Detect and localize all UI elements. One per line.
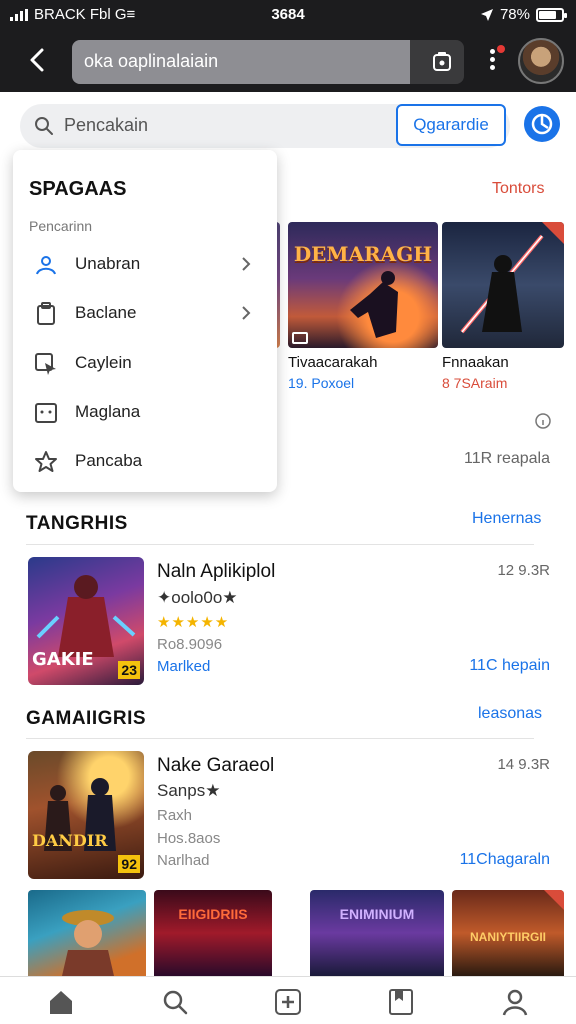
app-action-link[interactable]: 11C hepain: [420, 657, 550, 675]
dropdown-subtitle: Pencarinn: [29, 218, 93, 234]
warrior-figure: [350, 271, 398, 338]
user-share-icon: [36, 256, 56, 275]
app-icon-badge: GAKIE: [32, 649, 94, 670]
section-title: TANGRHIS: [26, 513, 128, 534]
home-icon[interactable]: [46, 987, 76, 1017]
rating-stars: ★★★★★: [157, 614, 230, 631]
back-arrow-icon[interactable]: [22, 44, 54, 76]
profile-icon[interactable]: [500, 987, 530, 1017]
menu-item-label: Unabran: [75, 254, 141, 273]
battery-percent: 78%: [499, 6, 530, 23]
app-subtitle: Sanps★: [157, 781, 221, 800]
app-action-link[interactable]: 11Chagaraln: [420, 851, 550, 869]
add-box-icon[interactable]: [273, 987, 303, 1017]
game-tile[interactable]: [28, 890, 146, 976]
section-link[interactable]: Henernas: [472, 510, 541, 528]
section-title: GAMAIIGRIS: [26, 708, 147, 729]
top-bar: BRACK Fbl G≡ 3684 78% oka oaplinalaiain: [0, 0, 576, 92]
game-tile[interactable]: NANIYTIIRGII: [452, 890, 564, 976]
menu-item[interactable]: Unabran: [13, 242, 277, 286]
section-link[interactable]: leasonas: [478, 705, 542, 723]
bottom-navigation: [0, 976, 576, 1024]
featured-card-meta: 8 7SAraim: [442, 375, 508, 391]
bookmark-icon[interactable]: [386, 987, 416, 1017]
location-arrow-icon: [480, 8, 493, 21]
featured-card[interactable]: DEMARAGH Tivaacarakah 19. Poxoel: [288, 222, 438, 391]
avatar[interactable]: [518, 38, 564, 84]
app-icon-number: 92: [118, 855, 140, 873]
assistant-icon: [531, 113, 553, 135]
menu-item-label: Caylein: [75, 353, 132, 372]
corner-badge: [544, 890, 564, 910]
chevron-right-icon: [242, 257, 251, 271]
menu-item-label: Baclane: [75, 303, 137, 322]
featured-more-link[interactable]: 11R reapala: [420, 450, 550, 468]
game-tile[interactable]: ENIMINIUM: [310, 890, 444, 976]
featured-card-title: Tivaacarakah: [288, 354, 378, 371]
battery-level: [539, 10, 556, 19]
cursor-box-icon: [35, 353, 56, 375]
battery-icon: [536, 7, 567, 22]
featured-thumb: DEMARAGH: [288, 222, 438, 348]
menu-item[interactable]: Maglana: [13, 390, 277, 434]
app-icon-badge: DANDIR: [32, 831, 108, 850]
dropdown-menu: SPAGAAS Pencarinn Unabran Baclane Caylei…: [13, 150, 277, 492]
search-icon: [35, 117, 53, 135]
url-text[interactable]: oka oaplinalaiain: [72, 40, 410, 84]
assistant-button[interactable]: [524, 106, 560, 142]
menu-item[interactable]: Pancaba: [13, 439, 277, 483]
featured-card-title: Fnnaakan: [442, 354, 509, 371]
app-size: 14 9.3R: [497, 756, 550, 773]
app-title[interactable]: Naln Aplikiplol: [157, 561, 275, 583]
app-title[interactable]: Nake Garaeol: [157, 755, 274, 777]
app-icon[interactable]: DANDIR 92: [28, 751, 144, 879]
menu-item[interactable]: Caylein: [13, 341, 277, 385]
game-tile-title: EIIGIDRIIS: [178, 906, 248, 922]
app-line: Raxh: [157, 807, 193, 824]
game-tile-title: NANIYTIIRGII: [469, 930, 546, 944]
tabs-icon[interactable]: [430, 50, 454, 74]
status-right: 78%: [480, 6, 567, 23]
app-line: Hos.8aos: [157, 830, 221, 847]
notification-dot: [497, 45, 505, 53]
star-outline-icon: [35, 451, 57, 472]
info-icon[interactable]: [534, 412, 552, 430]
game-tile-title: ENIMINIUM: [339, 906, 415, 922]
cowboy-figure: [62, 910, 114, 976]
dropdown-title: SPAGAAS: [29, 178, 127, 200]
menu-item[interactable]: Baclane: [13, 291, 277, 335]
app-status: Narlhad: [157, 852, 210, 869]
search-placeholder: Pencakain: [64, 115, 149, 135]
chevron-right-icon: [242, 306, 251, 320]
video-icon: [292, 332, 308, 344]
featured-link[interactable]: Tontors: [492, 180, 544, 198]
corner-badge: [542, 222, 564, 244]
search-icon[interactable]: [160, 987, 190, 1017]
section-divider: [26, 738, 534, 739]
app-subtitle: ✦oolo0o★: [157, 588, 238, 607]
menu-item-label: Maglana: [75, 402, 141, 421]
url-bar[interactable]: oka oaplinalaiain: [72, 40, 464, 84]
featured-thumb: [442, 222, 564, 348]
app-size: 12 9.3R: [497, 562, 550, 579]
app-icon-number: 23: [118, 661, 140, 679]
app-status: Marlked: [157, 658, 211, 675]
section-divider: [26, 544, 534, 545]
search-submit-button[interactable]: Qgarardie: [396, 104, 506, 146]
clipboard-icon: [37, 302, 55, 325]
featured-card[interactable]: Fnnaakan 8 7SAraim: [442, 222, 564, 391]
dots-box-icon: [35, 403, 57, 423]
menu-item-label: Pancaba: [75, 451, 143, 470]
game-tile[interactable]: EIIGIDRIIS: [154, 890, 272, 976]
app-line: Ro8.9096: [157, 636, 223, 653]
status-bar: BRACK Fbl G≡ 3684 78%: [0, 0, 576, 30]
app-icon[interactable]: GAKIE 23: [28, 557, 144, 685]
featured-card-meta: 19. Poxoel: [288, 375, 355, 391]
